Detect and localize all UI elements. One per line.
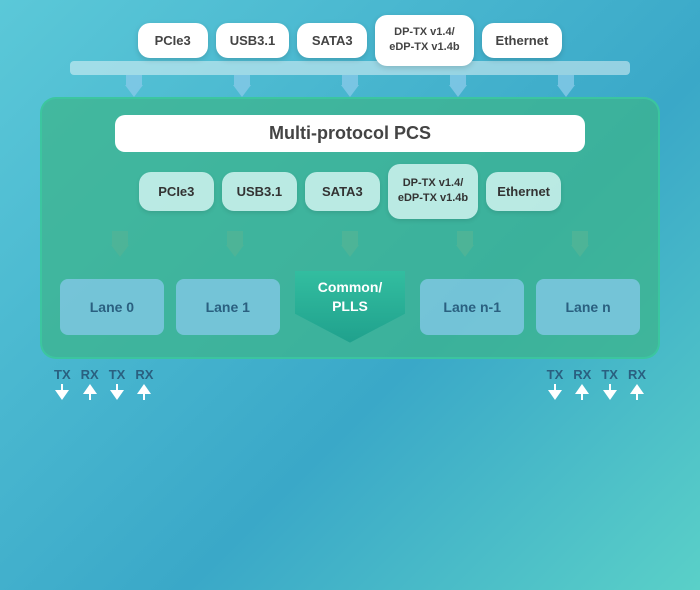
lane-n1-box: Lane n-1 bbox=[420, 279, 524, 335]
pcie3-inner-label: PCIe3 bbox=[158, 184, 194, 199]
txrx-right-group: TX RX TX bbox=[547, 367, 646, 400]
common-plls-label: Common/PLLS bbox=[318, 278, 383, 314]
tx2-label: TX bbox=[109, 367, 126, 382]
usb31-inner-box: USB3.1 bbox=[222, 172, 297, 211]
top-protocol-row: PCIe3 USB3.1 SATA3 DP-TX v1.4/eDP-TX v1.… bbox=[138, 15, 563, 66]
arrow-col-4 bbox=[449, 75, 467, 97]
txrx-tx3: TX bbox=[547, 367, 564, 400]
lane-n-label: Lane n bbox=[566, 299, 611, 315]
txrx-tx2: TX bbox=[109, 367, 126, 400]
usb31-inner-label: USB3.1 bbox=[237, 184, 283, 199]
inner-arrow-1 bbox=[111, 231, 129, 259]
txrx-rx1: RX bbox=[81, 367, 99, 400]
common-plls-container: Common/PLLS bbox=[288, 271, 413, 343]
lane-n1-label: Lane n-1 bbox=[443, 299, 501, 315]
dptx-top-box: DP-TX v1.4/eDP-TX v1.4b bbox=[375, 15, 473, 66]
rx4-label: RX bbox=[628, 367, 646, 382]
rx3-label: RX bbox=[573, 367, 591, 382]
txrx-left-group: TX RX TX bbox=[54, 367, 153, 400]
arrow-col-3 bbox=[341, 75, 359, 97]
arrow-col-1 bbox=[125, 75, 143, 97]
common-plls-box: Common/PLLS bbox=[295, 271, 405, 343]
pcie3-top-label: PCIe3 bbox=[155, 33, 191, 48]
ethernet-inner-label: Ethernet bbox=[497, 184, 550, 199]
rx1-label: RX bbox=[81, 367, 99, 382]
lane1-box: Lane 1 bbox=[176, 279, 280, 335]
tx3-label: TX bbox=[547, 367, 564, 382]
inner-arrow-2 bbox=[226, 231, 244, 259]
ethernet-top-label: Ethernet bbox=[496, 33, 549, 48]
sata3-top-box: SATA3 bbox=[297, 23, 367, 58]
top-arrow-row bbox=[80, 75, 620, 97]
usb31-top-label: USB3.1 bbox=[230, 33, 276, 48]
lanes-row: Lane 0 Lane 1 Common/PLLS Lane n-1 Lane … bbox=[56, 271, 644, 343]
tx1-label: TX bbox=[54, 367, 71, 382]
pcs-title: Multi-protocol PCS bbox=[269, 123, 431, 143]
lane-n-box: Lane n bbox=[536, 279, 640, 335]
inner-arrow-4 bbox=[456, 231, 474, 259]
arrow-col-2 bbox=[233, 75, 251, 97]
inner-arrow-5 bbox=[571, 231, 589, 259]
sata3-inner-box: SATA3 bbox=[305, 172, 380, 211]
tx4-label: TX bbox=[601, 367, 618, 382]
ethernet-inner-box: Ethernet bbox=[486, 172, 561, 211]
inner-protocol-row: PCIe3 USB3.1 SATA3 DP-TX v1.4/eDP-TX v1.… bbox=[56, 164, 644, 219]
rx2-label: RX bbox=[135, 367, 153, 382]
dptx-inner-box: DP-TX v1.4/eDP-TX v1.4b bbox=[388, 164, 478, 219]
arrow-col-5 bbox=[557, 75, 575, 97]
diagram-container: PCIe3 USB3.1 SATA3 DP-TX v1.4/eDP-TX v1.… bbox=[20, 15, 680, 575]
txrx-rx2: RX bbox=[135, 367, 153, 400]
pcie3-top-box: PCIe3 bbox=[138, 23, 208, 58]
inner-arrow-row bbox=[56, 231, 644, 259]
sata3-inner-label: SATA3 bbox=[322, 184, 363, 199]
txrx-tx1: TX bbox=[54, 367, 71, 400]
main-pcs-box: Multi-protocol PCS PCIe3 USB3.1 SATA3 DP… bbox=[40, 97, 660, 359]
ethernet-top-box: Ethernet bbox=[482, 23, 563, 58]
lane0-box: Lane 0 bbox=[60, 279, 164, 335]
lane0-label: Lane 0 bbox=[90, 299, 134, 315]
txrx-rx4: RX bbox=[628, 367, 646, 400]
pcs-title-box: Multi-protocol PCS bbox=[115, 115, 585, 152]
usb31-top-box: USB3.1 bbox=[216, 23, 290, 58]
lane1-label: Lane 1 bbox=[206, 299, 250, 315]
inner-arrow-3 bbox=[341, 231, 359, 259]
sata3-top-label: SATA3 bbox=[312, 33, 353, 48]
pcie3-inner-box: PCIe3 bbox=[139, 172, 214, 211]
txrx-rx3: RX bbox=[573, 367, 591, 400]
txrx-tx4: TX bbox=[601, 367, 618, 400]
txrx-section: TX RX TX bbox=[40, 361, 660, 400]
